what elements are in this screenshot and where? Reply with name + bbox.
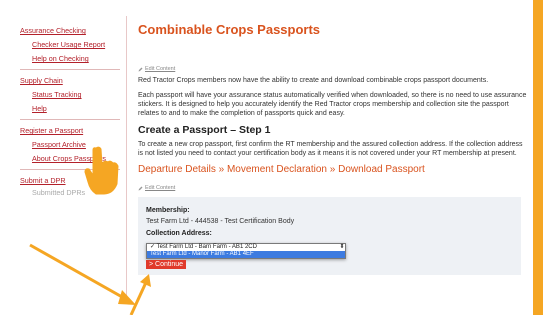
main-content: Combinable Crops Passports Edit Content … xyxy=(138,22,528,275)
continue-button[interactable]: > Continue xyxy=(146,260,187,269)
sidebar-item-register-passport[interactable]: Register a Passport xyxy=(20,124,120,138)
membership-label: Membership: xyxy=(146,207,190,214)
sidebar-item-help-on-checking[interactable]: Help on Checking xyxy=(20,52,120,66)
sidebar-divider xyxy=(20,119,120,120)
pencil-icon xyxy=(138,186,143,191)
sidebar-item-help[interactable]: Help xyxy=(20,102,120,116)
sidebar-item-passport-archive[interactable]: Passport Archive xyxy=(20,138,120,152)
edit-content-link-2[interactable]: Edit Content xyxy=(138,184,528,193)
right-accent-bar xyxy=(533,0,543,315)
collection-address-label: Collection Address: xyxy=(146,230,212,237)
breadcrumb-separator: » xyxy=(329,164,336,175)
page-frame: Assurance Checking Checker Usage Report … xyxy=(0,0,543,315)
collection-option-barn-farm[interactable]: ✓ Test Farm Ltd - Barn Farm - AB1 2CD xyxy=(147,244,345,251)
sidebar-nav: Assurance Checking Checker Usage Report … xyxy=(20,24,120,197)
sidebar-item-supply-chain[interactable]: Supply Chain xyxy=(20,74,120,88)
pencil-icon xyxy=(138,67,143,72)
edit-content-label: Edit Content xyxy=(145,66,176,72)
edit-content-label-2: Edit Content xyxy=(145,185,176,191)
sidebar-divider xyxy=(20,69,120,70)
breadcrumb: Departure Details » Movement Declaration… xyxy=(138,164,528,176)
sidebar-item-submitted-dprs[interactable]: Submitted DPRs xyxy=(20,188,120,197)
intro-paragraph-2: Each passport will have your assurance s… xyxy=(138,92,527,117)
sidebar-vertical-divider xyxy=(126,16,127,296)
step-title: Create a Passport – Step 1 xyxy=(138,124,271,136)
edit-content-link[interactable]: Edit Content xyxy=(138,65,528,74)
dropdown-arrow-icon[interactable]: ⬍ xyxy=(338,243,346,251)
page-title: Combinable Crops Passports xyxy=(138,22,321,37)
membership-value: Test Farm Ltd - 444538 - Test Certificat… xyxy=(146,218,295,225)
intro-paragraph-1: Red Tractor Crops members now have the a… xyxy=(138,77,489,84)
breadcrumb-download-passport: Download Passport xyxy=(338,164,425,175)
sidebar-item-status-tracking[interactable]: Status Tracking xyxy=(20,88,120,102)
passport-form: Membership: Test Farm Ltd - 444538 - Tes… xyxy=(138,197,521,275)
collection-address-select[interactable]: ✓ Test Farm Ltd - Barn Farm - AB1 2CD Te… xyxy=(146,243,346,259)
step-paragraph: To create a new crop passport, first con… xyxy=(138,141,523,157)
sidebar-item-submit-dpr[interactable]: Submit a DPR xyxy=(20,174,120,188)
collection-option-manor-farm[interactable]: Test Farm Ltd - Manor Farm - AB1 4EF xyxy=(147,251,345,258)
breadcrumb-movement-declaration: Movement Declaration xyxy=(226,164,327,175)
breadcrumb-departure-details: Departure Details xyxy=(138,164,216,175)
sidebar-item-checker-usage-report[interactable]: Checker Usage Report xyxy=(20,38,120,52)
sidebar-item-about-crops-passports[interactable]: About Crops Passports xyxy=(20,152,120,166)
breadcrumb-separator: » xyxy=(218,164,225,175)
left-annotation-arrow xyxy=(29,243,136,305)
sidebar-item-assurance-checking[interactable]: Assurance Checking xyxy=(20,24,120,38)
bottom-annotation-arrow xyxy=(129,274,151,315)
sidebar-divider xyxy=(20,169,120,170)
